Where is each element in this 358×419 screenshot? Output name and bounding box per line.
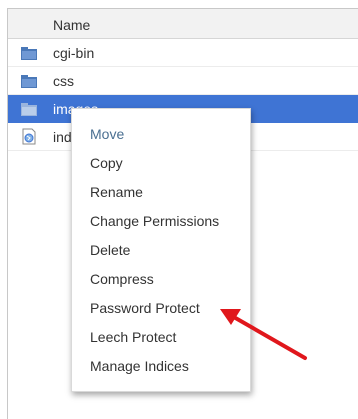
red-arrow-annotation xyxy=(220,309,307,360)
